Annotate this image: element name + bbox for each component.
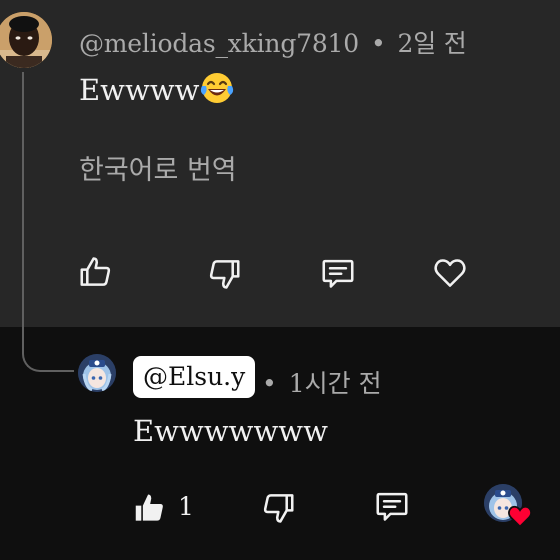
comment-text-body: Ewwww [79, 73, 200, 107]
creator-heart-badge[interactable] [484, 484, 534, 530]
translate-link[interactable]: 한국어로 번역 [79, 148, 237, 187]
like-count: 1 [178, 492, 194, 521]
reply-timestamp[interactable]: 1시간 전 [289, 369, 382, 398]
comment-header: @meliodas_xking7810 • 2일 전 [79, 24, 467, 60]
thumbs-up-filled-icon [135, 494, 163, 521]
thumbs-down-outline-icon [263, 494, 294, 523]
thumbs-down-outline-icon [209, 260, 240, 289]
reply-button[interactable] [370, 484, 414, 528]
comment-icon [376, 492, 408, 521]
separator-dot: • [262, 369, 277, 398]
like-button[interactable] [74, 250, 118, 294]
creator-heart-icon [508, 505, 532, 528]
dislike-button[interactable] [256, 486, 300, 530]
comment-icon [322, 259, 354, 288]
avatar[interactable] [78, 354, 116, 392]
comment-timestamp[interactable]: 2일 전 [398, 29, 467, 58]
heart-outline-icon [434, 259, 466, 287]
reply-text: Ewwwwwww [133, 414, 328, 448]
like-button[interactable] [128, 486, 172, 530]
laughing-crying-emoji-icon [199, 70, 235, 106]
thread-connector-line [22, 72, 74, 372]
reply-header-meta: • 1시간 전 [262, 364, 382, 400]
reply-button[interactable] [316, 251, 360, 295]
separator-dot: • [370, 29, 386, 58]
thumbs-up-outline-icon [80, 257, 111, 286]
heart-button[interactable] [428, 251, 472, 295]
comment-text: Ewwww [79, 70, 235, 107]
reply-author-chip[interactable]: @Elsu.y [133, 356, 256, 398]
comment-author[interactable]: @meliodas_xking7810 [79, 29, 359, 58]
dislike-button[interactable] [202, 252, 246, 296]
anime-avatar-icon [78, 354, 116, 392]
